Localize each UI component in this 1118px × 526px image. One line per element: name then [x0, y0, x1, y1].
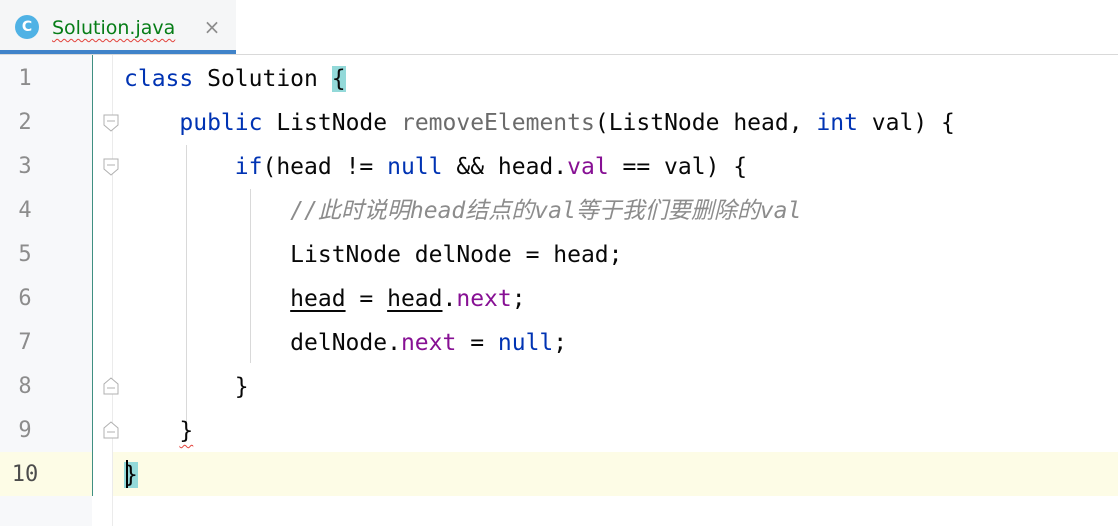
- expression: == val) {: [608, 154, 748, 180]
- reassigned-param: head: [290, 286, 346, 312]
- code-line-4[interactable]: //此时说明head结点的val等于我们要删除的val: [124, 189, 801, 233]
- fold-open-icon[interactable]: [103, 114, 119, 132]
- editor-tab-bar: C Solution.java ×: [0, 0, 1118, 55]
- fold-open-icon[interactable]: [103, 158, 119, 176]
- comment-text: //此时说明: [290, 198, 410, 224]
- tab-title[interactable]: Solution.java: [52, 15, 175, 41]
- gutter-change-marker: [92, 55, 93, 496]
- code-line-5[interactable]: ListNode delNode = head;: [124, 233, 623, 277]
- expression: (head !=: [262, 154, 388, 180]
- code-line-6[interactable]: head = head.next;: [124, 277, 526, 321]
- line-number[interactable]: 3: [0, 145, 50, 189]
- matched-brace: {: [331, 66, 346, 92]
- operator: =: [456, 330, 498, 356]
- code-line-2[interactable]: public ListNode removeElements(ListNode …: [124, 101, 955, 145]
- line-number[interactable]: 7: [0, 321, 50, 365]
- tab-solution-java[interactable]: C Solution.java ×: [0, 0, 236, 54]
- code-line-1[interactable]: class Solution {: [124, 57, 346, 101]
- keyword: class: [124, 66, 194, 92]
- line-number[interactable]: 4: [0, 189, 50, 233]
- closing-brace: }: [179, 418, 194, 444]
- code-line-3[interactable]: if(head != null && head.val == val) {: [124, 145, 747, 189]
- parameters: val) {: [857, 110, 955, 136]
- current-line-highlight: [113, 452, 1118, 496]
- statement: ListNode delNode = head;: [290, 242, 623, 268]
- keyword: int: [816, 110, 858, 136]
- line-number-current[interactable]: 10: [0, 453, 50, 497]
- return-type: ListNode: [262, 110, 401, 136]
- line-number[interactable]: 9: [0, 409, 50, 453]
- field-ref: next: [456, 286, 512, 312]
- keyword: null: [387, 154, 443, 180]
- field-ref: val: [567, 154, 609, 180]
- field-ref: next: [400, 330, 457, 356]
- java-class-icon: C: [15, 15, 39, 39]
- closing-brace: }: [234, 374, 249, 400]
- code-line-8[interactable]: }: [124, 365, 249, 409]
- code-line-9[interactable]: }: [124, 409, 193, 453]
- keyword: null: [497, 330, 554, 356]
- dot: .: [442, 286, 457, 312]
- expression: delNode.: [290, 330, 401, 356]
- expression: && head.: [442, 154, 568, 180]
- comment-text: head: [409, 198, 466, 224]
- operator: =: [345, 286, 388, 312]
- semicolon: ;: [553, 330, 568, 356]
- method-name: removeElements: [400, 110, 595, 136]
- comment-text: 结点的: [465, 198, 535, 224]
- line-number[interactable]: 2: [0, 101, 50, 145]
- keyword: if: [234, 154, 263, 180]
- comment-text: 等于我们要删除的: [575, 198, 760, 224]
- comment-text: val: [534, 198, 576, 224]
- reassigned-param: head: [387, 286, 443, 312]
- fold-close-icon[interactable]: [103, 421, 119, 439]
- line-number[interactable]: 5: [0, 233, 50, 277]
- keyword: public: [179, 110, 263, 136]
- line-number[interactable]: 8: [0, 365, 50, 409]
- fold-close-icon[interactable]: [103, 377, 119, 395]
- semicolon: ;: [511, 286, 526, 312]
- comment: //此时说明head结点的val等于我们要删除的val: [290, 198, 801, 224]
- line-number[interactable]: 1: [0, 57, 50, 101]
- line-number[interactable]: 6: [0, 277, 50, 321]
- close-icon[interactable]: ×: [201, 15, 223, 39]
- text-caret: [126, 460, 128, 488]
- parameters: (ListNode head,: [594, 110, 817, 136]
- active-tab-indicator: [0, 50, 236, 54]
- comment-text: val: [759, 198, 802, 224]
- class-name: Solution: [193, 66, 332, 92]
- code-line-7[interactable]: delNode.next = null;: [124, 321, 567, 365]
